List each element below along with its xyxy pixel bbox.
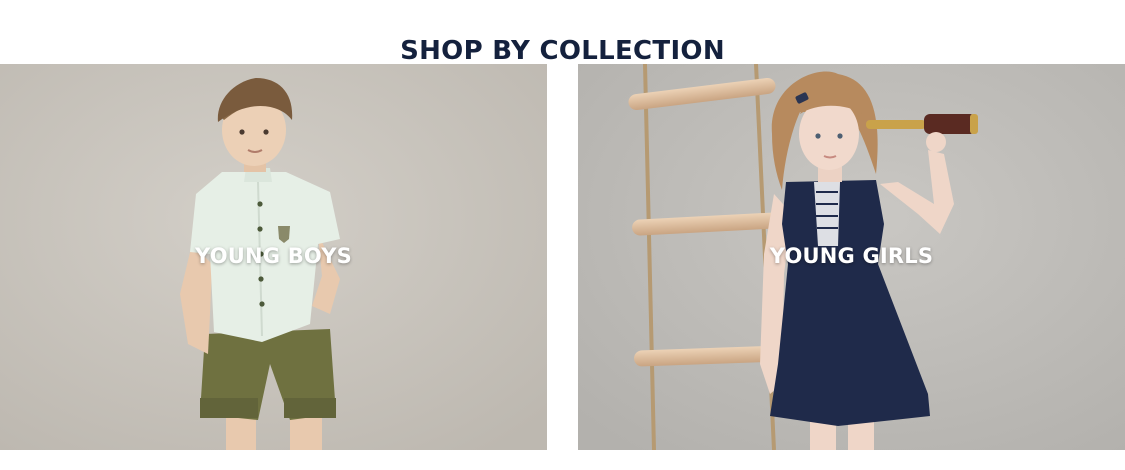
young-boys-label: YOUNG BOYS [195,244,352,268]
section-title: SHOP BY COLLECTION [400,35,725,66]
young-girls-label: YOUNG GIRLS [769,244,934,268]
collection-card-young-girls[interactable]: YOUNG GIRLS [578,64,1125,450]
collection-card-young-boys[interactable]: YOUNG BOYS [0,64,547,450]
